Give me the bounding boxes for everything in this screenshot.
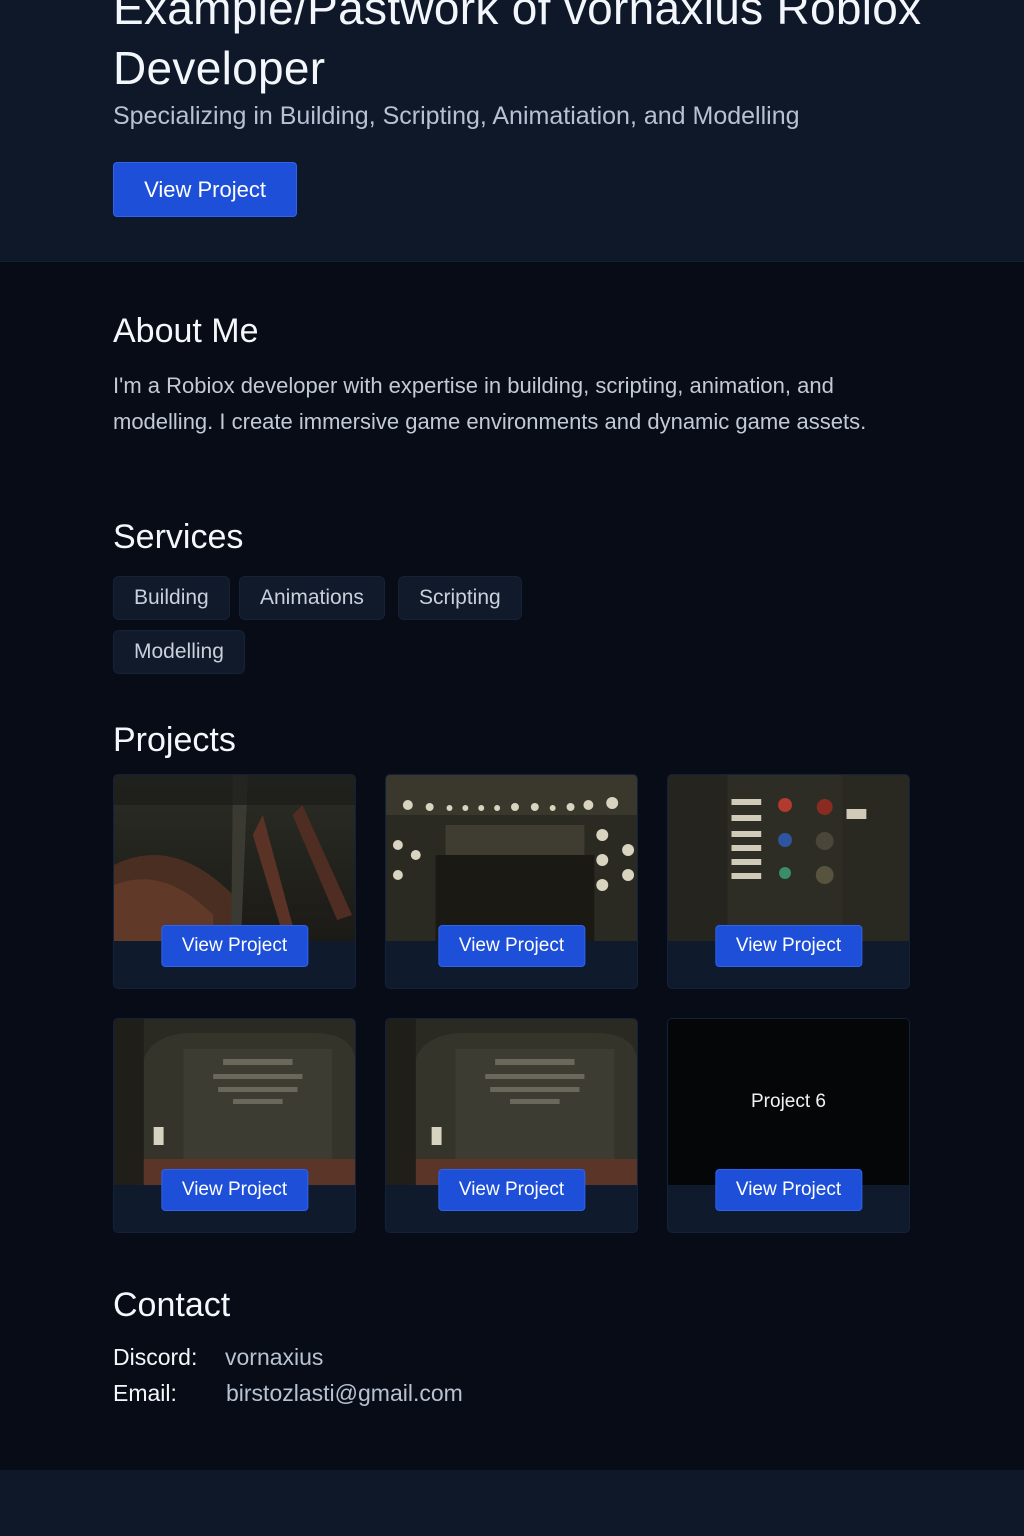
project-card: View Project	[385, 774, 638, 989]
project-view-button[interactable]: View Project	[437, 925, 586, 967]
project-card: View Project	[385, 1018, 638, 1233]
project-view-button[interactable]: View Project	[437, 1169, 586, 1211]
services-heading: Services	[113, 518, 244, 556]
project-card: View Project	[113, 1018, 356, 1233]
service-tag-modelling: Modelling	[113, 630, 245, 674]
service-tag-building: Building	[113, 576, 230, 620]
project-image-wall-sign-room	[114, 1019, 355, 1185]
service-tag-scripting: Scripting	[398, 576, 522, 620]
hero-section: Example/Pastwork of vornaxius Roblox Dev…	[0, 0, 1024, 262]
project-image-wall-sign-room	[386, 1019, 637, 1185]
about-text: I'm a Robiox developer with expertise in…	[113, 373, 867, 434]
discord-label: Discord:	[113, 1344, 198, 1370]
project-view-button[interactable]: View Project	[714, 925, 863, 967]
hero-view-project-button[interactable]: View Project	[113, 162, 297, 217]
project-image-switch-panel	[668, 775, 909, 941]
project-view-button[interactable]: View Project	[160, 925, 309, 967]
about-heading: About Me	[113, 312, 259, 350]
project-card: Project 6 View Project	[667, 1018, 910, 1233]
project-placeholder-label: Project 6	[668, 1019, 909, 1185]
projects-heading: Projects	[113, 721, 236, 759]
contact-heading: Contact	[113, 1286, 231, 1324]
project-view-button[interactable]: View Project	[714, 1169, 863, 1211]
project-card: View Project	[113, 774, 356, 989]
email-value[interactable]: birstozlasti@gmail.com	[226, 1380, 463, 1407]
page-title: Example/Pastwork of vornaxius Roblox Dev…	[113, 0, 922, 94]
project-image-control-panel	[386, 775, 637, 941]
discord-value: vornaxius	[225, 1344, 324, 1370]
project-card: View Project	[667, 774, 910, 989]
project-view-button[interactable]: View Project	[160, 1169, 309, 1211]
email-label: Email:	[113, 1380, 177, 1406]
footer	[0, 1470, 1024, 1536]
hero-subtitle: Specializing in Building, Scripting, Ani…	[113, 102, 800, 130]
project-image-tunnel	[114, 775, 355, 941]
service-tag-animations: Animations	[239, 576, 385, 620]
